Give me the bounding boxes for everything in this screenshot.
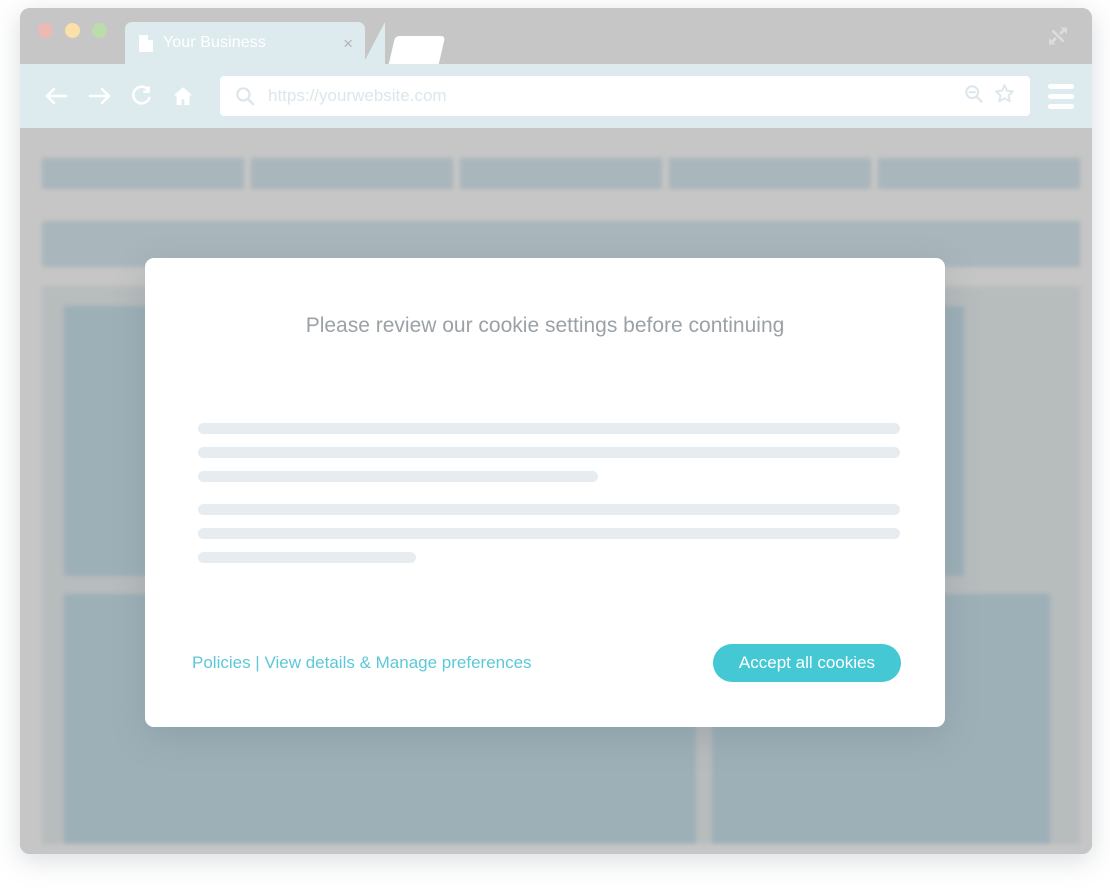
home-icon[interactable] [168, 81, 198, 111]
hamburger-menu-icon[interactable] [1048, 83, 1074, 109]
accept-all-cookies-button[interactable]: Accept all cookies [712, 644, 901, 682]
expand-diagonal-icon[interactable] [1044, 22, 1072, 50]
document-icon [139, 34, 153, 52]
skeleton-line [198, 528, 900, 539]
nav-placeholder-3 [460, 158, 662, 189]
close-icon[interactable]: × [343, 35, 353, 52]
skeleton-line [198, 552, 416, 563]
address-input[interactable] [268, 86, 963, 106]
modal-footer: Policies | View details & Manage prefere… [192, 644, 901, 682]
browser-window: Your Business × https://yourwebsite.com … [20, 8, 1092, 854]
tab-title: Your Business [163, 34, 266, 51]
browser-toolbar [20, 64, 1092, 128]
browser-tab-blank[interactable] [388, 36, 446, 64]
maximize-window-button[interactable] [92, 23, 107, 38]
nav-placeholder-5 [878, 158, 1080, 189]
policies-manage-preferences-link[interactable]: Policies | View details & Manage prefere… [192, 653, 532, 673]
cookie-consent-modal: Please review our cookie settings before… [145, 258, 945, 727]
browser-titlebar: Your Business × [20, 8, 1092, 64]
zoom-out-icon[interactable] [963, 83, 985, 110]
skeleton-line [198, 423, 900, 434]
skeleton-line [198, 447, 900, 458]
nav-placeholder-2 [251, 158, 453, 189]
close-window-button[interactable] [38, 23, 53, 38]
skeleton-group-2 [198, 504, 900, 563]
skeleton-group-1 [198, 423, 900, 482]
reload-icon[interactable] [126, 81, 156, 111]
window-traffic-lights [38, 23, 107, 38]
modal-skeleton-text [198, 423, 900, 585]
browser-tab-active[interactable]: Your Business × [125, 22, 385, 64]
address-bar[interactable] [220, 76, 1030, 116]
skeleton-line [198, 471, 599, 482]
modal-title: Please review our cookie settings before… [305, 314, 785, 337]
skeleton-line [198, 504, 900, 515]
page-nav-placeholders [42, 158, 1080, 189]
minimize-window-button[interactable] [65, 23, 80, 38]
nav-placeholder-1 [42, 158, 244, 189]
arrow-left-icon[interactable] [42, 81, 72, 111]
screenshot-stage: Your Business × https://yourwebsite.com … [0, 0, 1110, 894]
search-icon [234, 85, 256, 107]
arrow-right-icon[interactable] [84, 81, 114, 111]
star-icon[interactable] [993, 82, 1016, 110]
nav-placeholder-4 [669, 158, 871, 189]
